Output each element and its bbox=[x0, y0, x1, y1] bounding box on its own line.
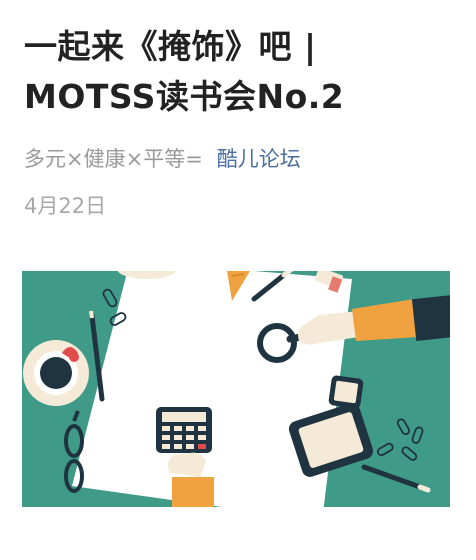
cover-illustration bbox=[22, 271, 450, 507]
article-title: 一起来《掩饰》吧 | MOTSS读书会No.2 bbox=[24, 22, 454, 122]
coffee-cup-icon bbox=[23, 340, 89, 406]
article-title-line-2: MOTSS读书会No.2 bbox=[24, 77, 345, 116]
article-meta: 多元×健康×平等= 酷儿论坛 bbox=[24, 145, 301, 173]
cover-image bbox=[22, 271, 450, 507]
article-date: 4月22日 bbox=[24, 194, 107, 218]
article-page: 一起来《掩饰》吧 | MOTSS读书会No.2 多元×健康×平等= 酷儿论坛 4月… bbox=[0, 0, 476, 560]
account-name-link[interactable]: 酷儿论坛 bbox=[217, 147, 301, 171]
phone-icon bbox=[328, 375, 364, 409]
article-title-line-1: 一起来《掩饰》吧 | bbox=[24, 27, 317, 66]
article-author: 多元×健康×平等= bbox=[24, 147, 203, 171]
